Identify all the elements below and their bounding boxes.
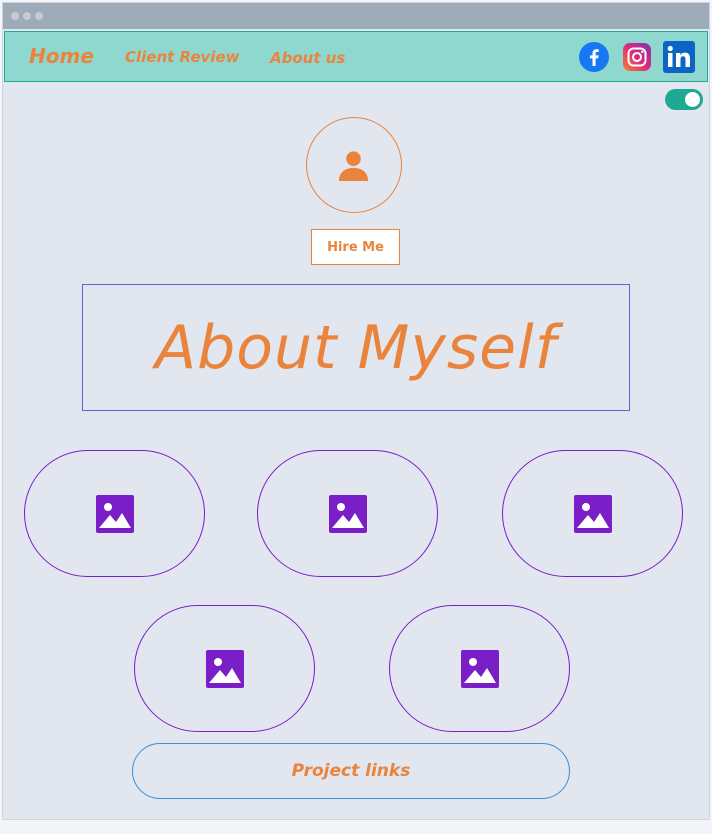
instagram-icon[interactable]	[622, 42, 652, 72]
linkedin-icon[interactable]	[663, 41, 695, 73]
image-icon	[573, 494, 612, 533]
image-icon	[328, 494, 367, 533]
image-icon	[205, 649, 244, 688]
gallery-item[interactable]	[134, 605, 315, 732]
browser-window: Home Client Review About us Hire Me Abou…	[2, 2, 710, 820]
window-dot-icon[interactable]	[35, 12, 43, 20]
gallery-item[interactable]	[24, 450, 205, 577]
image-icon	[95, 494, 134, 533]
image-icon	[460, 649, 499, 688]
window-titlebar	[3, 3, 709, 29]
gallery-item[interactable]	[389, 605, 570, 732]
window-dot-icon[interactable]	[23, 12, 31, 20]
gallery-item[interactable]	[502, 450, 683, 577]
window-dot-icon[interactable]	[11, 12, 19, 20]
theme-toggle[interactable]	[665, 89, 703, 110]
about-section: About Myself	[82, 284, 630, 411]
nav-home-link[interactable]: Home	[29, 44, 94, 68]
project-links-button[interactable]: Project links	[132, 743, 570, 799]
about-title: About Myself	[155, 312, 557, 383]
hire-me-button[interactable]: Hire Me	[311, 229, 400, 265]
nav-about-us-link[interactable]: About us	[270, 49, 345, 67]
facebook-icon[interactable]	[579, 42, 609, 72]
gallery-item[interactable]	[257, 450, 438, 577]
top-navbar: Home Client Review About us	[4, 31, 708, 82]
toggle-knob	[685, 92, 700, 107]
nav-client-review-link[interactable]: Client Review	[125, 48, 239, 66]
profile-avatar[interactable]	[306, 117, 402, 213]
user-icon	[338, 151, 369, 181]
